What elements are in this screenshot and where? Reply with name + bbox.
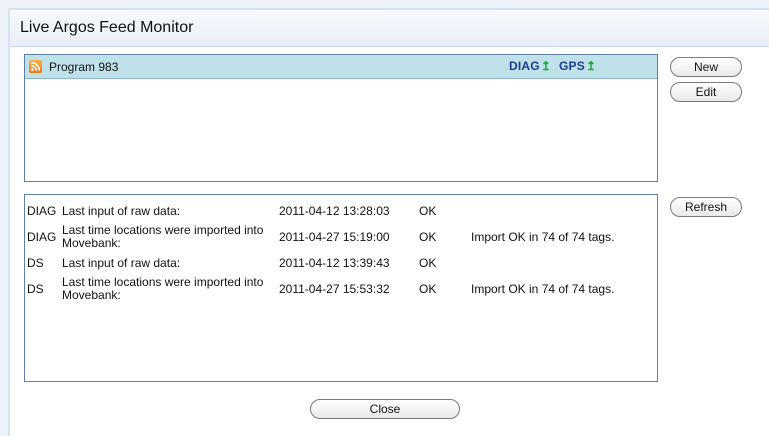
status-state: OK xyxy=(419,230,437,244)
status-source: DIAG xyxy=(27,230,57,244)
status-state: OK xyxy=(419,256,437,270)
status-description: Last input of raw data: xyxy=(62,256,181,270)
status-list: DIAG Last input of raw data: 2011-04-12 … xyxy=(24,194,658,382)
feed-list: Program 983 DIAG↥ GPS↥ xyxy=(24,54,658,182)
status-note: Import OK in 74 of 74 tags. xyxy=(471,230,615,244)
status-source: DS xyxy=(27,282,44,296)
status-description: Last time locations were imported into M… xyxy=(62,275,264,302)
gps-badge[interactable]: GPS↥ xyxy=(559,59,596,73)
feed-list-item[interactable]: Program 983 DIAG↥ GPS↥ xyxy=(25,55,657,79)
close-button[interactable]: Close xyxy=(310,399,460,419)
status-state: OK xyxy=(419,282,437,296)
status-time: 2011-04-27 15:19:00 xyxy=(279,230,390,244)
status-time: 2011-04-12 13:39:43 xyxy=(279,256,390,270)
diag-badge-label: DIAG xyxy=(509,59,540,73)
status-source: DIAG xyxy=(27,204,57,218)
new-button[interactable]: New xyxy=(670,57,742,77)
edit-button[interactable]: Edit xyxy=(670,82,742,102)
up-arrow-icon: ↥ xyxy=(540,59,552,73)
status-description: Last time locations were imported into M… xyxy=(62,223,264,250)
refresh-button[interactable]: Refresh xyxy=(670,197,742,217)
status-description: Last input of raw data: xyxy=(62,204,181,218)
status-source: DS xyxy=(27,256,44,270)
rss-icon xyxy=(29,60,42,73)
diag-badge[interactable]: DIAG↥ xyxy=(509,59,551,73)
status-time: 2011-04-12 13:28:03 xyxy=(279,204,390,218)
status-time: 2011-04-27 15:53:32 xyxy=(279,282,390,296)
up-arrow-icon: ↥ xyxy=(585,59,597,73)
feed-name: Program 983 xyxy=(49,60,119,74)
status-note: Import OK in 74 of 74 tags. xyxy=(471,282,615,296)
dialog-title: Live Argos Feed Monitor xyxy=(20,19,194,36)
gps-badge-label: GPS xyxy=(559,59,585,73)
status-state: OK xyxy=(419,204,437,218)
dialog-titlebar: Live Argos Feed Monitor xyxy=(10,10,769,47)
